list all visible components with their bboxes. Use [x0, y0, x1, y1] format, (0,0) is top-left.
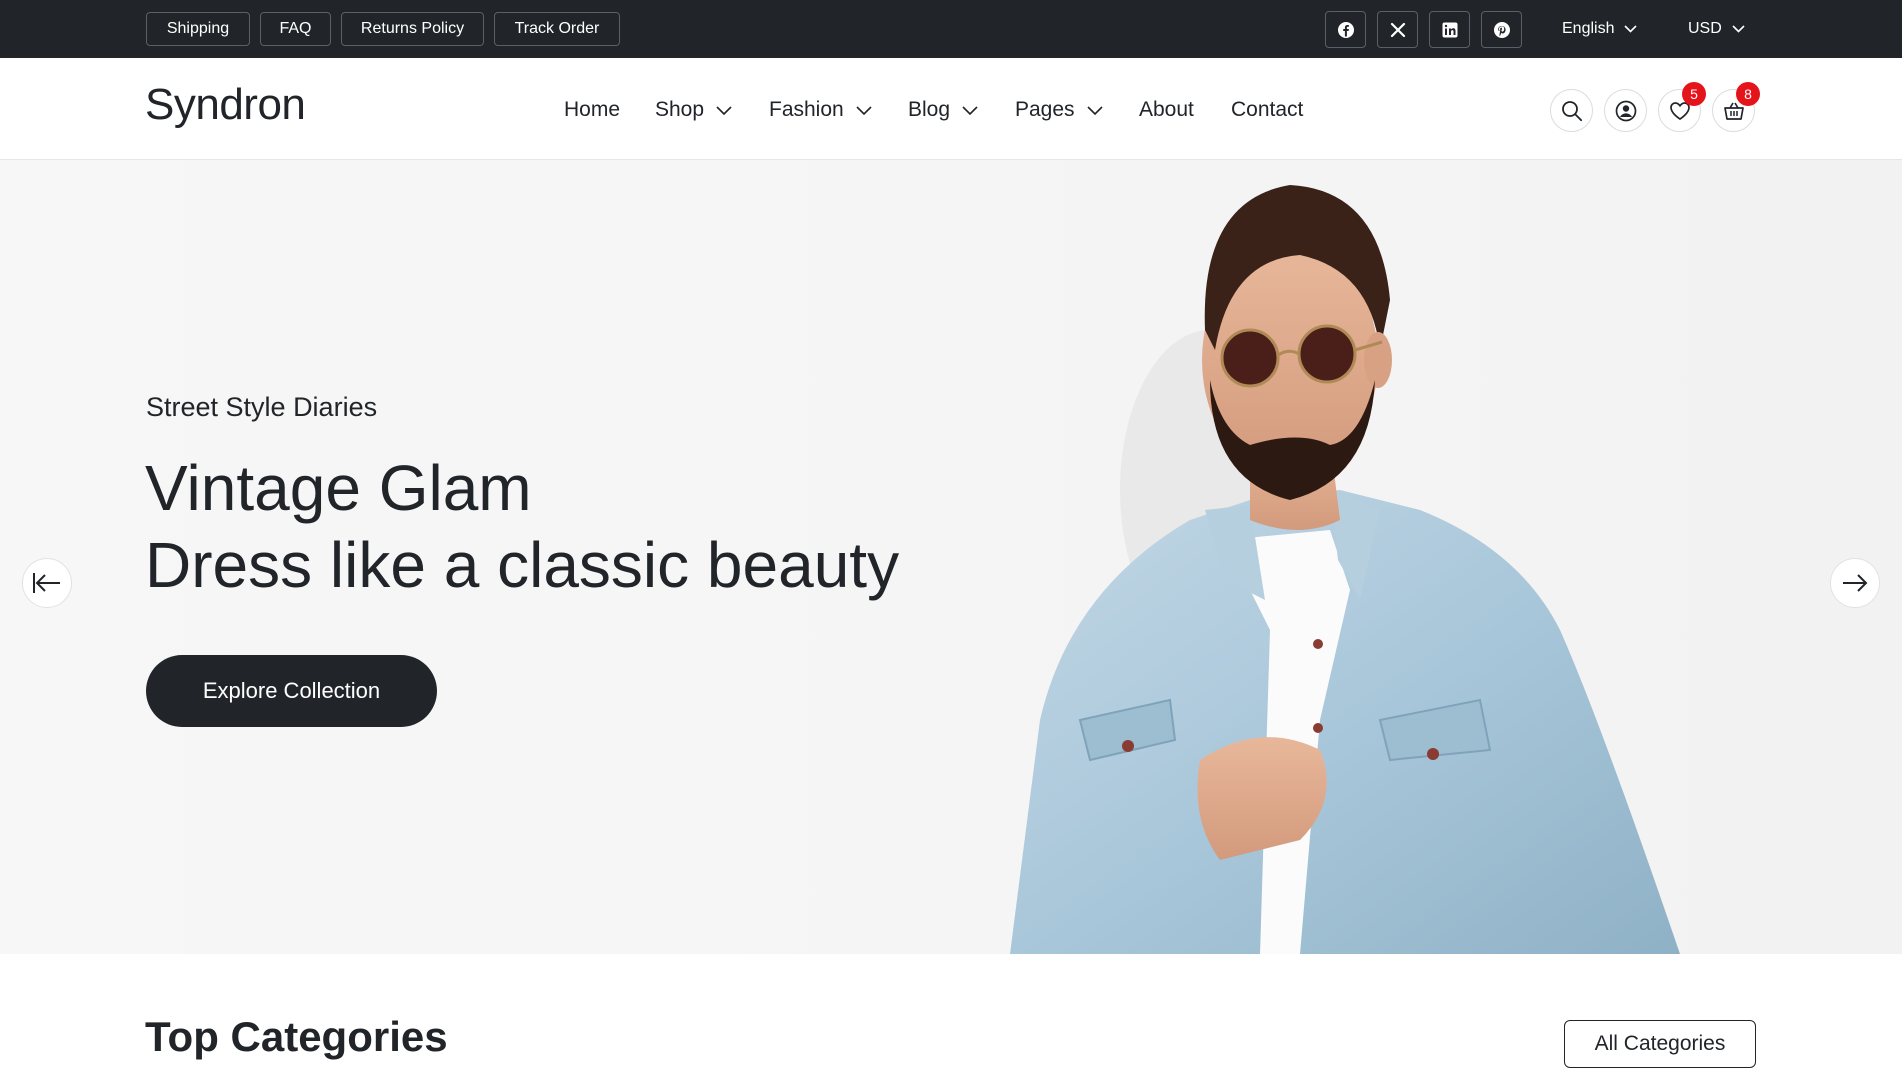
nav-contact[interactable]: Contact: [1231, 95, 1303, 125]
main-header: Syndron Home Shop Fashion Blog Pages Abo…: [0, 58, 1902, 160]
nav-fashion[interactable]: Fashion: [769, 95, 872, 125]
hero-title-line-2: Dress like a classic beauty: [145, 529, 900, 601]
user-icon: [1615, 100, 1636, 121]
chevron-down-icon: [716, 105, 732, 115]
hero-model-image: [1010, 185, 1680, 954]
returns-policy-link[interactable]: Returns Policy: [341, 12, 484, 46]
shipping-link[interactable]: Shipping: [146, 12, 250, 46]
pinterest-icon[interactable]: [1481, 11, 1522, 48]
site-logo[interactable]: Syndron: [145, 79, 306, 132]
all-categories-button[interactable]: All Categories: [1564, 1020, 1756, 1068]
nav-label: Fashion: [769, 98, 844, 121]
search-icon: [1561, 100, 1582, 121]
cart-count-badge: 8: [1736, 82, 1760, 106]
nav-label: About: [1139, 98, 1194, 121]
slider-prev-button[interactable]: [22, 558, 72, 608]
track-order-link[interactable]: Track Order: [494, 12, 620, 46]
top-categories-heading: Top Categories: [145, 1013, 448, 1060]
nav-blog[interactable]: Blog: [908, 95, 978, 125]
nav-pages[interactable]: Pages: [1015, 95, 1103, 125]
hero-slider: Street Style Diaries Vintage Glam Dress …: [0, 160, 1902, 954]
nav-shop[interactable]: Shop: [655, 95, 732, 125]
explore-collection-button[interactable]: Explore Collection: [146, 655, 437, 727]
arrow-right-icon: [1843, 574, 1868, 592]
hero-title-line-1: Vintage Glam: [145, 452, 532, 524]
top-bar: Shipping FAQ Returns Policy Track Order …: [0, 0, 1902, 58]
arrow-left-icon: [33, 573, 60, 593]
wishlist-count-badge: 5: [1682, 82, 1706, 106]
wishlist-button[interactable]: 5: [1658, 82, 1706, 132]
nav-label: Blog: [908, 98, 951, 121]
x-twitter-icon[interactable]: [1377, 11, 1418, 48]
chevron-down-icon: [856, 105, 872, 115]
nav-label: Home: [564, 98, 621, 121]
nav-about[interactable]: About: [1139, 95, 1194, 125]
slider-next-button[interactable]: [1830, 558, 1880, 608]
currency-selector[interactable]: USD: [1688, 16, 1745, 42]
nav-label: Contact: [1231, 98, 1304, 121]
nav-label: Shop: [655, 98, 705, 121]
cart-button[interactable]: 8: [1712, 82, 1760, 132]
hero-title: Vintage Glam Dress like a classic beauty: [145, 450, 899, 604]
linkedin-icon[interactable]: [1429, 11, 1470, 48]
chevron-down-icon: [1732, 25, 1745, 33]
hero-subtitle: Street Style Diaries: [146, 392, 378, 422]
facebook-icon[interactable]: [1325, 11, 1366, 48]
currency-label: USD: [1688, 20, 1722, 37]
chevron-down-icon: [1086, 105, 1103, 115]
chevron-down-icon: [962, 105, 978, 115]
faq-link[interactable]: FAQ: [260, 12, 331, 46]
chevron-down-icon: [1624, 25, 1638, 33]
language-selector[interactable]: English: [1562, 16, 1638, 42]
nav-label: Pages: [1015, 98, 1075, 121]
language-label: English: [1562, 20, 1615, 37]
search-button[interactable]: [1550, 89, 1593, 132]
account-button[interactable]: [1604, 89, 1647, 132]
nav-home[interactable]: Home: [564, 95, 620, 125]
